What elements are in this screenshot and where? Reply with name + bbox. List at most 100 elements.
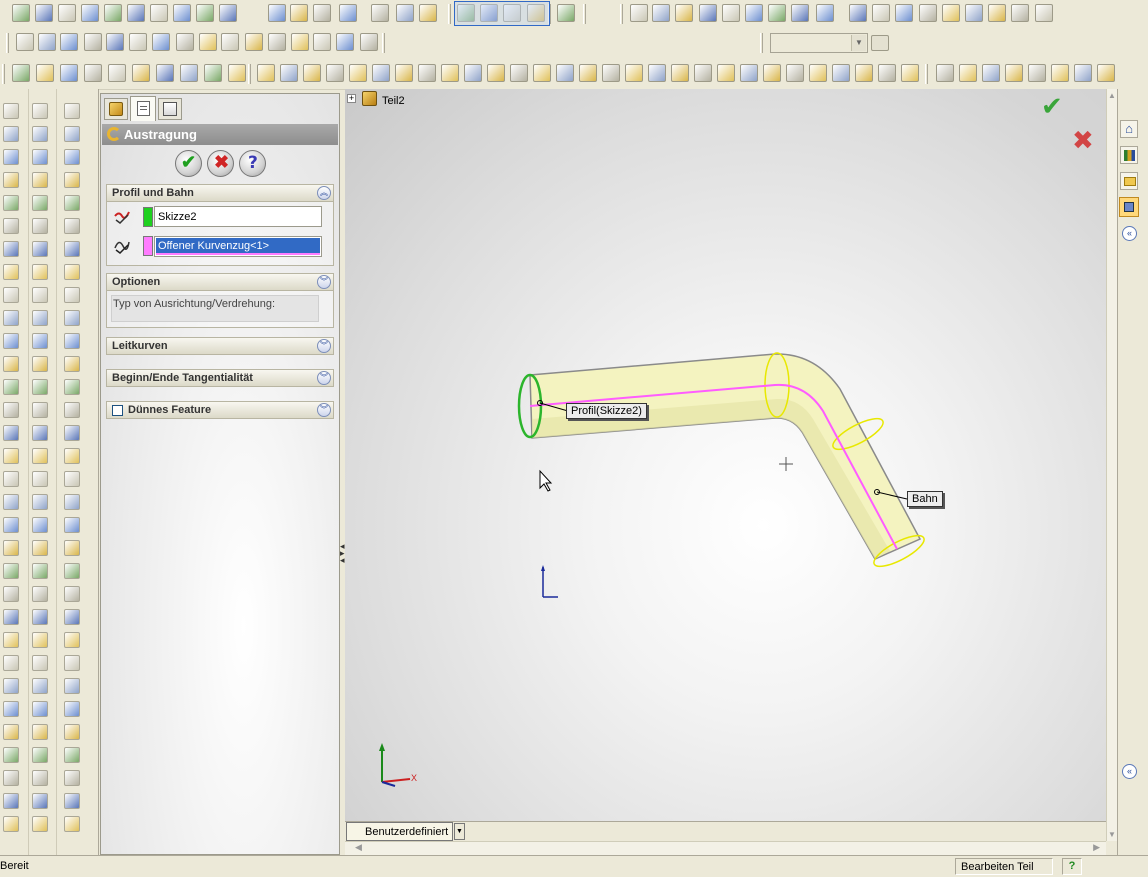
toolbar-tool-icon[interactable] <box>173 4 191 22</box>
sketch-tool-icon[interactable] <box>32 126 48 142</box>
folder-icon[interactable] <box>871 35 889 51</box>
sketch-tool-icon[interactable] <box>3 126 19 142</box>
toolbar-tool-icon[interactable] <box>510 64 528 82</box>
sketch-tool-icon[interactable] <box>32 218 48 234</box>
toolbar-tool-icon[interactable] <box>152 33 170 51</box>
section-guide-curves[interactable]: Leitkurven ︾ <box>106 337 334 355</box>
toolbar-tool-icon[interactable] <box>763 64 781 82</box>
sketch-tool-icon[interactable] <box>3 494 19 510</box>
toolbar-tool-icon[interactable] <box>60 64 78 82</box>
sketch-tool-icon[interactable] <box>64 816 80 832</box>
sketch-tool-icon[interactable] <box>64 149 80 165</box>
sketch-tool-icon[interactable] <box>64 517 80 533</box>
toolbar-tool-icon[interactable] <box>339 4 357 22</box>
sketch-tool-icon[interactable] <box>3 701 19 717</box>
toolbar-tool-icon[interactable] <box>196 4 214 22</box>
section-profile-path[interactable]: Profil und Bahn ︽ <box>106 184 334 202</box>
sketch-tool-icon[interactable] <box>3 655 19 671</box>
toolbar-tool-icon[interactable] <box>58 4 76 22</box>
sketch-tool-icon[interactable] <box>32 816 48 832</box>
sketch-tool-icon[interactable] <box>32 379 48 395</box>
toolbar-tool-icon[interactable] <box>418 64 436 82</box>
toolbar-tool-icon[interactable] <box>464 64 482 82</box>
toolbar-tool-icon[interactable] <box>982 64 1000 82</box>
toolbar-tool-icon[interactable] <box>132 64 150 82</box>
toolbar-tool-icon[interactable] <box>38 33 56 51</box>
toolbar-tool-icon[interactable] <box>1035 4 1053 22</box>
toolbar-tool-icon[interactable] <box>648 64 666 82</box>
sketch-tool-icon[interactable] <box>3 632 19 648</box>
toolbar-tool-icon[interactable] <box>35 4 53 22</box>
toolbar-tool-icon[interactable] <box>156 64 174 82</box>
toolbar-tool-icon[interactable] <box>313 33 331 51</box>
toolbar-tool-icon[interactable] <box>878 64 896 82</box>
sketch-tool-icon[interactable] <box>32 287 48 303</box>
toolbar-tool-icon[interactable] <box>268 4 286 22</box>
toolbar-tool-icon[interactable] <box>419 4 437 22</box>
profile-input[interactable]: Skizze2 <box>154 206 322 227</box>
toolbar-tool-icon[interactable] <box>313 4 331 22</box>
sketch-tool-icon[interactable] <box>3 310 19 326</box>
sketch-tool-icon[interactable] <box>32 701 48 717</box>
sketch-tool-icon[interactable] <box>32 264 48 280</box>
sketch-tool-icon[interactable] <box>3 540 19 556</box>
toolbar-tool-icon[interactable] <box>108 64 126 82</box>
sketch-tool-icon[interactable] <box>64 287 80 303</box>
toolbar-tool-icon[interactable] <box>84 33 102 51</box>
view-mode-dropdown[interactable]: ▼ <box>454 823 465 840</box>
horizontal-scrollbar[interactable]: ◀ ▶ <box>345 841 1106 855</box>
sketch-tool-icon[interactable] <box>64 678 80 694</box>
toolbar-tool-icon[interactable] <box>699 4 717 22</box>
toolbar-tool-icon[interactable] <box>395 64 413 82</box>
sketch-tool-icon[interactable] <box>64 402 80 418</box>
expand-pane-icon[interactable]: « <box>1122 764 1137 779</box>
sketch-tool-icon[interactable] <box>3 172 19 188</box>
sketch-tool-icon[interactable] <box>3 678 19 694</box>
toolbar-tool-icon[interactable] <box>1011 4 1029 22</box>
sketch-tool-icon[interactable] <box>3 149 19 165</box>
sketch-tool-icon[interactable] <box>3 241 19 257</box>
sketch-tool-icon[interactable] <box>3 609 19 625</box>
toolbar-tool-icon[interactable] <box>371 4 389 22</box>
toolbar-tool-icon[interactable] <box>129 33 147 51</box>
scroll-left-icon[interactable]: ◀ <box>355 842 362 853</box>
sketch-tool-icon[interactable] <box>32 793 48 809</box>
sketch-tool-icon[interactable] <box>64 195 80 211</box>
confirm-corner-cancel-icon[interactable]: ✖ <box>1072 125 1094 156</box>
toolbar-tool-icon[interactable] <box>722 4 740 22</box>
help-button[interactable]: ? <box>239 150 266 177</box>
feature-manager-tab[interactable] <box>104 98 128 120</box>
collapse-icon[interactable]: ︽ <box>317 186 331 200</box>
sketch-tool-icon[interactable] <box>3 333 19 349</box>
status-help-icon[interactable]: ? <box>1062 858 1082 875</box>
section-tangency[interactable]: Beginn/Ende Tangentialität ︾ <box>106 369 334 387</box>
toolbar-tool-icon[interactable] <box>832 64 850 82</box>
sketch-tool-icon[interactable] <box>32 632 48 648</box>
sketch-tool-icon[interactable] <box>64 724 80 740</box>
sketch-tool-icon[interactable] <box>64 448 80 464</box>
sketch-tool-icon[interactable] <box>3 724 19 740</box>
toolbar-tool-icon[interactable] <box>901 64 919 82</box>
toolbar-tool-icon[interactable] <box>855 64 873 82</box>
part-name[interactable]: Teil2 <box>382 95 405 107</box>
sketch-tool-icon[interactable] <box>32 149 48 165</box>
toolbar-tool-icon[interactable] <box>396 4 414 22</box>
toolbar-tool-icon[interactable] <box>280 64 298 82</box>
sketch-tool-icon[interactable] <box>3 816 19 832</box>
toolbar-tool-icon[interactable] <box>717 64 735 82</box>
sketch-tool-icon[interactable] <box>32 172 48 188</box>
section-thin-feature[interactable]: Dünnes Feature ︾ <box>106 401 334 419</box>
cancel-button[interactable]: ✖ <box>207 150 234 177</box>
sketch-tool-icon[interactable] <box>3 793 19 809</box>
toolbar-tool-icon[interactable] <box>245 33 263 51</box>
toolbar-tool-icon[interactable] <box>740 64 758 82</box>
sketch-tool-icon[interactable] <box>64 172 80 188</box>
sketch-tool-icon[interactable] <box>32 356 48 372</box>
toolbar-tool-icon[interactable] <box>441 64 459 82</box>
toolbar-tool-icon[interactable] <box>745 4 763 22</box>
toolbar-tool-icon[interactable] <box>372 64 390 82</box>
sketch-tool-icon[interactable] <box>32 655 48 671</box>
sketch-tool-icon[interactable] <box>3 402 19 418</box>
toolbar-tool-icon[interactable] <box>228 64 246 82</box>
expand-icon[interactable]: ︾ <box>317 371 331 385</box>
